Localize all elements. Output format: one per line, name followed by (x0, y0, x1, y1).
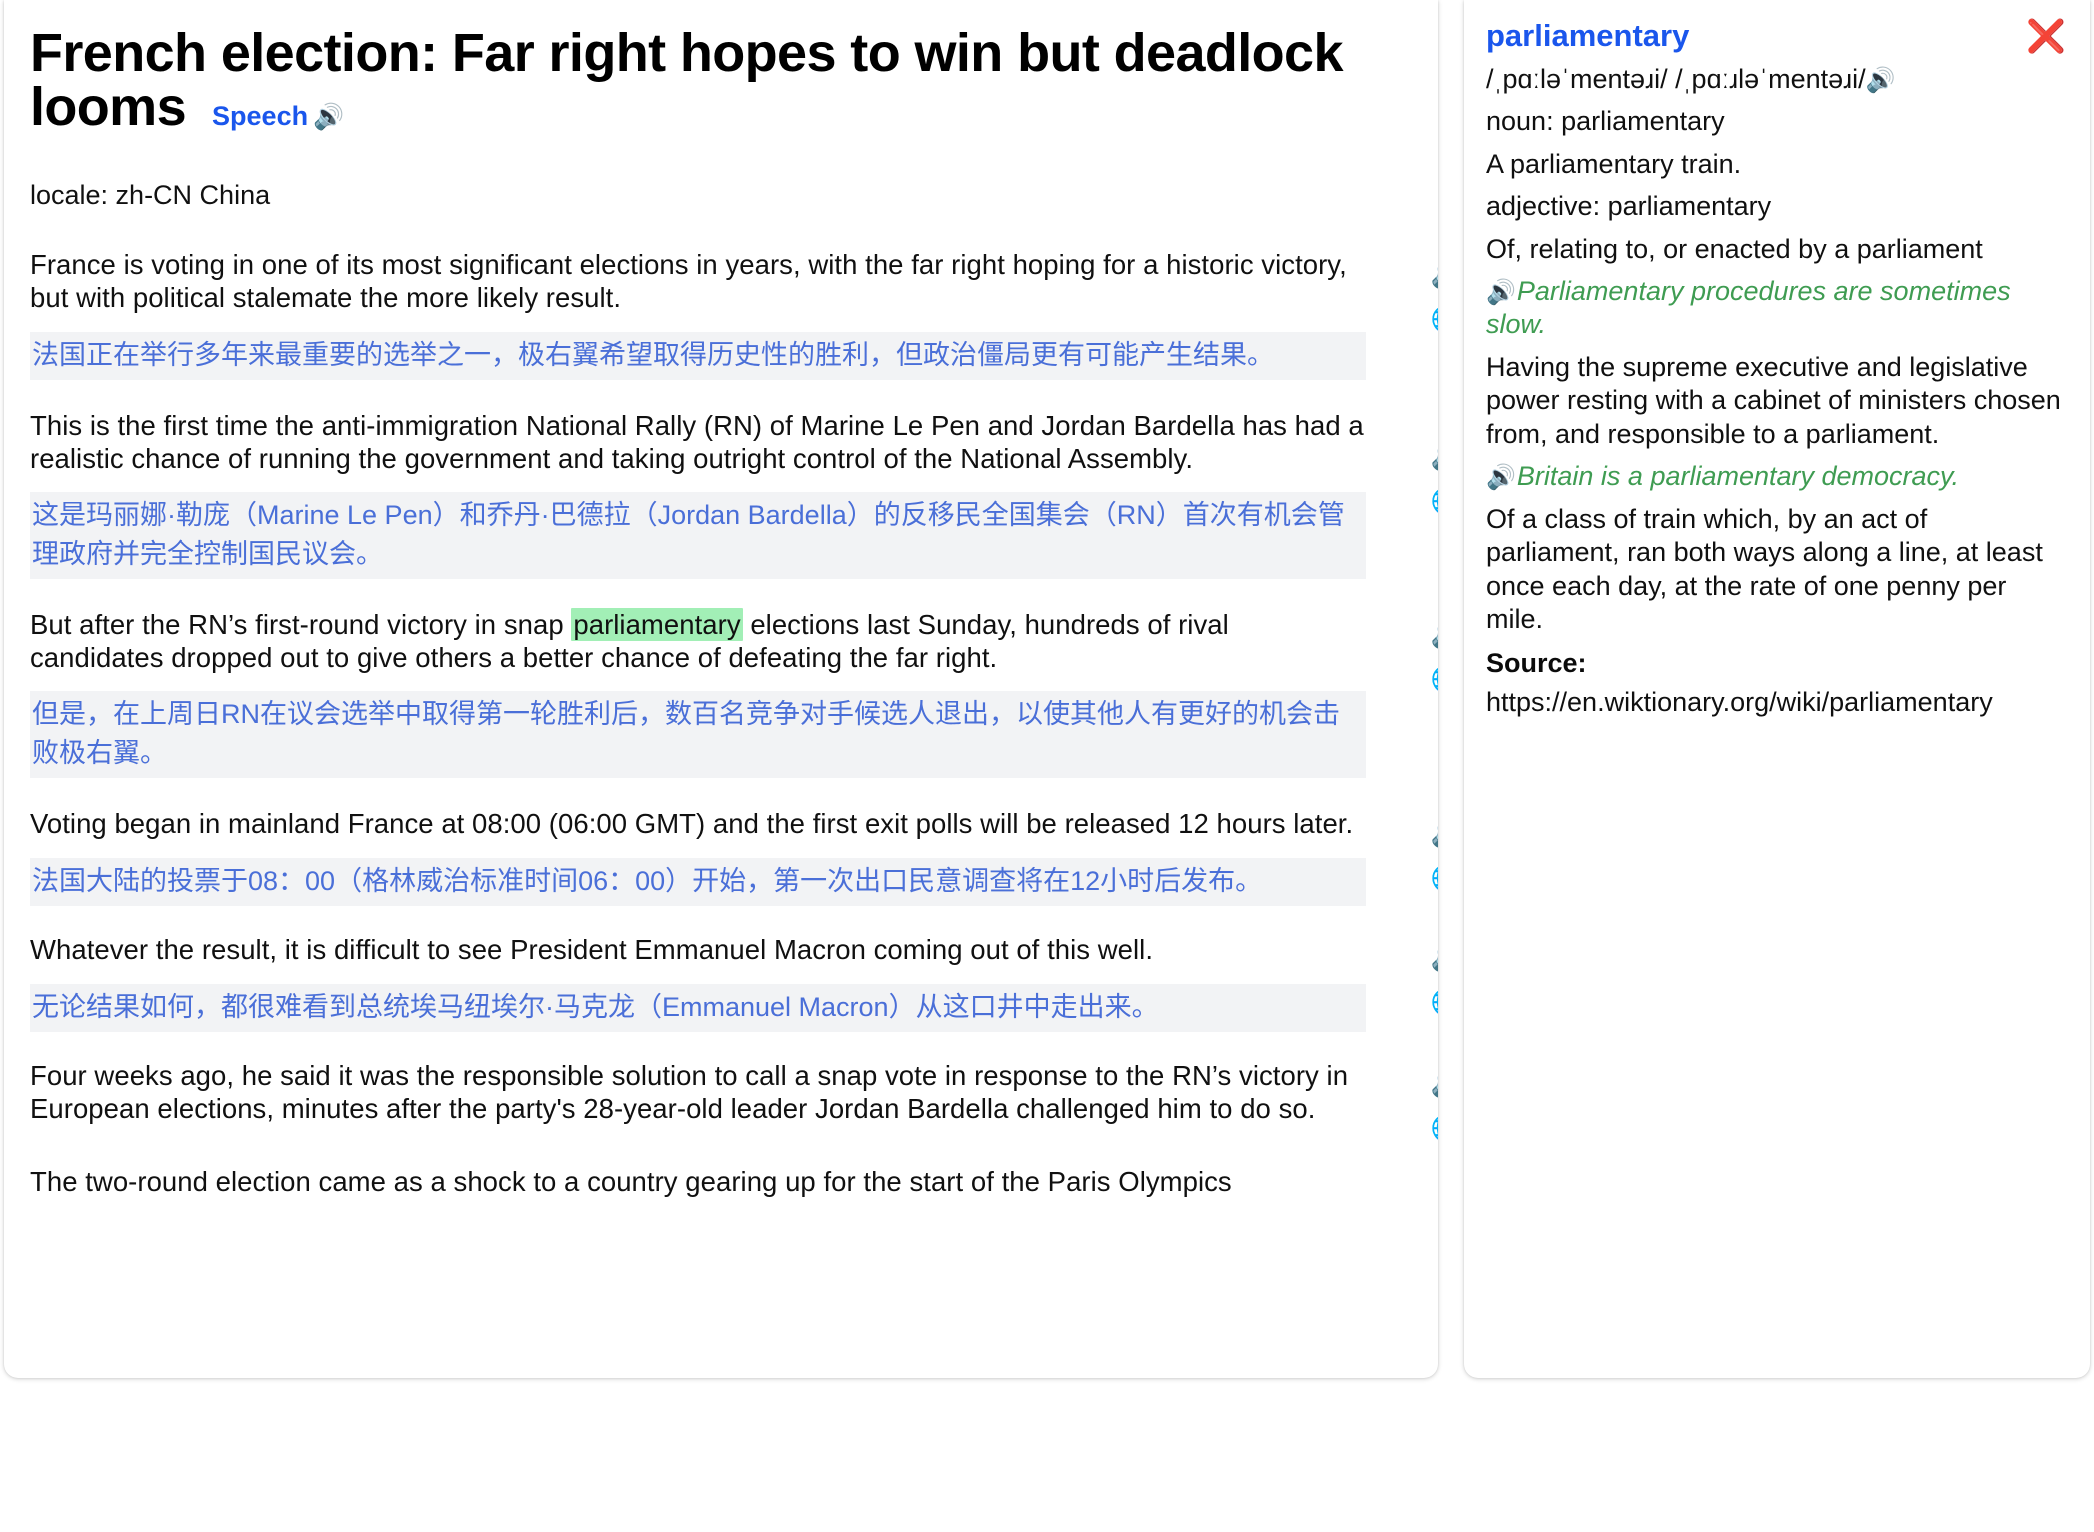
paragraph-text-before: But after the RN’s first-round victory i… (30, 608, 572, 640)
globe-icon[interactable]: 🌐 (1430, 1115, 1438, 1141)
paragraph-english: This is the first time the anti-immigrat… (30, 410, 1365, 475)
paragraph-english: Voting began in mainland France at 08:00… (30, 808, 1365, 841)
paragraph-english: The two-round election came as a shock t… (30, 1166, 1365, 1199)
speaker-icon[interactable]: 🔊 (1430, 1070, 1438, 1096)
paragraph-translation: 法国正在举行多年来最重要的选举之一，极右翼希望取得历史性的胜利，但政治僵局更有可… (30, 331, 1366, 380)
paragraph-english: France is voting in one of its most sign… (30, 249, 1365, 314)
paragraph-text-before: The two-round election came as a shock t… (30, 1165, 1232, 1197)
source-label: Source: (1486, 647, 1587, 678)
paragraph-translation: 无论结果如何，都很难看到总统埃马纽埃尔·马克龙（Emmanuel Macron）… (30, 983, 1366, 1033)
dictionary-definition: Of, relating to, or enacted by a parliam… (1486, 233, 1983, 264)
title-row: French election: Far right hopes to win … (4, 26, 1438, 134)
paragraph-translation: 这是玛丽娜·勒庞（Marine Le Pen）和乔丹·巴德拉（Jordan Ba… (30, 492, 1366, 579)
speech-button-label: Speech (212, 101, 309, 131)
dictionary-panel: parliamentary ❌ /ˌpɑːləˈmentəɹi/ /ˌpɑːɹl… (1464, 0, 2090, 1378)
dictionary-definition: Of a class of train which, by an act of … (1486, 503, 2043, 635)
globe-icon[interactable]: 🌐 (1430, 306, 1438, 332)
paragraph-english: But after the RN’s first-round victory i… (30, 607, 1365, 674)
dictionary-pos: adjective: parliamentary (1486, 191, 1772, 222)
paragraph-translation: 但是，在上周日RN在议会选举中取得第一轮胜利后，数百名竞争对手候选人退出，以使其… (30, 691, 1366, 779)
dictionary-example-text: Parliamentary procedures are sometimes s… (1486, 275, 2011, 340)
paragraph-block: Voting began in mainland France at 08:00… (4, 808, 1438, 907)
speaker-icon[interactable]: 🔊 (1486, 279, 1516, 306)
speaker-icon[interactable]: 🔊 (1430, 820, 1438, 846)
paragraph-block: France is voting in one of its most sign… (4, 249, 1438, 380)
speaker-icon[interactable]: 🔊 (1430, 944, 1438, 970)
locale-label: locale: zh-CN China (30, 180, 271, 210)
speaker-icon[interactable]: 🔊 (1430, 621, 1438, 647)
paragraph-english: Whatever the result, it is difficult to … (30, 934, 1365, 967)
speaker-icon[interactable]: 🔊 (1430, 443, 1438, 469)
app-root: French election: Far right hopes to win … (0, 0, 2094, 1532)
speaker-icon[interactable]: 🔊 (1430, 261, 1438, 287)
paragraph-block: Whatever the result, it is difficult to … (4, 934, 1438, 1033)
dictionary-example-text: Britain is a parliamentary democracy. (1516, 461, 1960, 492)
paragraph-text-before: France is voting in one of its most sign… (30, 249, 1347, 313)
globe-icon[interactable]: 🌐 (1430, 865, 1438, 891)
paragraph-translation: 法国大陆的投票于08：00（格林威治标准时间06：00）开始，第一次出口民意调查… (30, 857, 1366, 907)
dictionary-example: 🔊Parliamentary procedures are sometimes … (1486, 275, 2068, 342)
dictionary-header: parliamentary ❌ (1486, 18, 2068, 54)
article-content: French election: Far right hopes to win … (4, 0, 1438, 1378)
dictionary-definition: Having the supreme executive and legisla… (1486, 351, 2061, 449)
speech-button[interactable]: Speech 🔊 (212, 101, 344, 132)
speaker-icon[interactable]: 🔊 (1486, 464, 1516, 491)
paragraph-block: But after the RN’s first-round victory i… (4, 607, 1438, 779)
globe-icon[interactable]: 🌐 (1430, 666, 1438, 692)
paragraph-block: This is the first time the anti-immigrat… (4, 410, 1438, 579)
globe-icon[interactable]: 🌐 (1430, 989, 1438, 1015)
highlighted-word[interactable]: parliamentary (571, 607, 743, 641)
paragraph-block: Four weeks ago, he said it was the respo… (4, 1060, 1438, 1141)
globe-icon[interactable]: 🌐 (1430, 488, 1438, 514)
speaker-icon[interactable]: 🔊 (1866, 67, 1896, 94)
speaker-icon: 🔊 (313, 103, 345, 131)
ipa-text: /ˌpɑːləˈmentəɹi/ /ˌpɑːɹləˈmentəɹi/ (1486, 63, 1866, 94)
paragraph-text-before: This is the first time the anti-immigrat… (30, 409, 1364, 474)
dictionary-definition: A parliamentary train. (1486, 148, 1742, 179)
source-url[interactable]: https://en.wiktionary.org/wiki/parliamen… (1486, 686, 2068, 718)
paragraph-text-before: Four weeks ago, he said it was the respo… (30, 1060, 1349, 1124)
dictionary-example: 🔊Britain is a parliamentary democracy. (1486, 460, 2068, 493)
dictionary-pronunciation: /ˌpɑːləˈmentəɹi/ /ˌpɑːɹləˈmentəɹi/🔊 (1486, 63, 2068, 96)
close-icon[interactable]: ❌ (2026, 20, 2066, 52)
paragraph-text-before: Whatever the result, it is difficult to … (30, 934, 1154, 966)
paragraph-block: The two-round election came as a shock t… (4, 1166, 1438, 1199)
dictionary-word[interactable]: parliamentary (1486, 18, 1689, 54)
article-panel: French election: Far right hopes to win … (4, 0, 1438, 1378)
dictionary-pos: noun: parliamentary (1486, 106, 1725, 137)
paragraph-text-before: Voting began in mainland France at 08:00… (30, 808, 1354, 840)
dictionary-content: parliamentary ❌ /ˌpɑːləˈmentəɹi/ /ˌpɑːɹl… (1464, 0, 2090, 1378)
paragraph-english: Four weeks ago, he said it was the respo… (30, 1060, 1365, 1125)
